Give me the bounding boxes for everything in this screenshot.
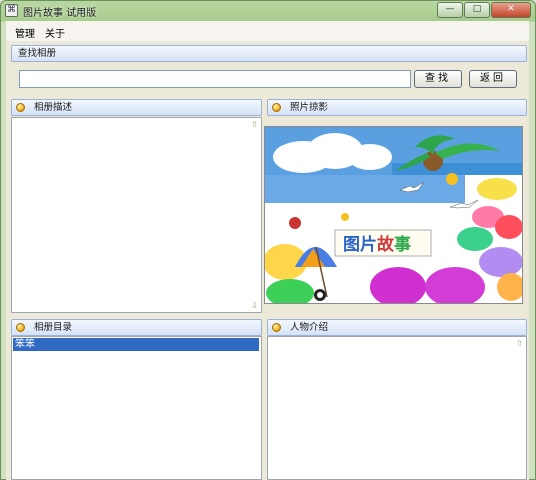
logo-char: 图	[343, 235, 360, 255]
photo-preview-title: 照片掠影	[290, 102, 329, 113]
album-desc-header: 相册描述	[11, 99, 262, 116]
bulb-icon	[16, 323, 25, 332]
search-input[interactable]	[19, 70, 411, 88]
menu-item-manage[interactable]: 管理	[15, 25, 35, 40]
window-title: 图片故事 试用版	[23, 8, 97, 19]
app-icon[interactable]: ⌘	[5, 4, 18, 17]
person-intro-textarea[interactable]: ⇧	[267, 336, 527, 480]
bulb-icon	[272, 323, 281, 332]
title-bar[interactable]: ⌘ 图片故事 试用版 — □ ✕	[1, 1, 535, 21]
minimize-button[interactable]: —	[437, 2, 463, 18]
logo-char: 事	[394, 235, 411, 255]
close-button[interactable]: ✕	[491, 2, 531, 18]
album-dir-title: 相册目录	[34, 322, 73, 333]
bulb-icon	[272, 103, 281, 112]
scroll-up-icon[interactable]: ⇧	[516, 340, 523, 348]
find-button[interactable]: 查找	[414, 70, 462, 88]
album-desc-title: 相册描述	[34, 102, 73, 113]
maximize-button[interactable]: □	[464, 2, 490, 18]
logo-char-1: 图片故事	[343, 234, 411, 255]
bulb-icon	[16, 103, 25, 112]
photo-illustration: 图片故事	[265, 127, 522, 303]
back-button[interactable]: 返回	[469, 70, 517, 88]
search-panel-header: 查找相册	[11, 45, 527, 62]
menu-bar: 管理 关于	[6, 21, 529, 41]
album-dir-list[interactable]: 笨笨	[11, 336, 262, 480]
logo-char: 故	[377, 234, 395, 255]
search-panel-title: 查找相册	[18, 48, 57, 59]
menu-item-about[interactable]: 关于	[45, 25, 65, 40]
album-desc-textarea[interactable]: ⇧ ⇩	[11, 117, 262, 313]
scroll-down-icon[interactable]: ⇩	[251, 302, 258, 310]
person-intro-header: 人物介绍	[267, 319, 527, 336]
album-dir-header: 相册目录	[11, 319, 262, 336]
logo-char: 片	[360, 234, 377, 255]
photo-preview-image: 图片故事	[264, 126, 523, 304]
scroll-up-icon[interactable]: ⇧	[251, 121, 258, 129]
list-item[interactable]: 笨笨	[13, 338, 259, 351]
photo-preview-header: 照片掠影	[267, 99, 527, 116]
window-controls: — □ ✕	[436, 2, 531, 18]
person-intro-title: 人物介绍	[290, 322, 329, 333]
